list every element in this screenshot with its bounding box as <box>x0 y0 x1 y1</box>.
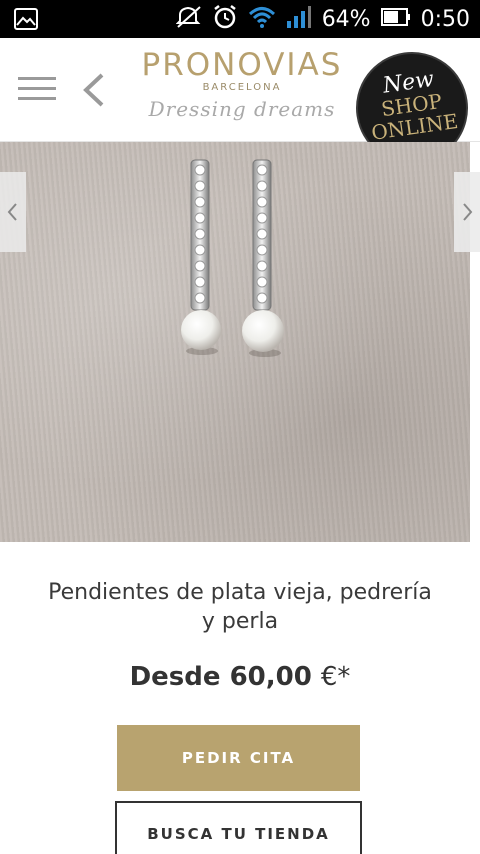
find-store-button[interactable]: BUSCA TU TIENDA <box>115 801 362 854</box>
chevron-right-icon <box>463 203 473 221</box>
status-bar: 64% 0:50 <box>0 0 480 38</box>
chevron-left-icon <box>7 203 17 221</box>
chevron-left-icon <box>83 73 104 107</box>
hamburger-menu-icon[interactable] <box>18 76 56 102</box>
wifi-icon <box>248 5 276 33</box>
gallery-prev-button[interactable] <box>0 172 26 252</box>
right-earring <box>242 159 284 357</box>
brand-name: PRONOVIAS <box>141 47 343 83</box>
clock: 0:50 <box>420 6 470 32</box>
mute-icon <box>175 5 202 33</box>
alarm-icon <box>212 4 238 34</box>
price-suffix: €* <box>320 662 351 692</box>
product-image[interactable] <box>0 142 470 542</box>
product-price: Desde 60,00 €* <box>40 662 440 692</box>
battery-percent: 64% <box>321 6 371 32</box>
signal-icon <box>286 5 312 33</box>
price-value: Desde 60,00 <box>129 662 312 692</box>
battery-icon <box>380 7 411 31</box>
back-button[interactable] <box>80 72 108 108</box>
app-header: PRONOVIAS BARCELONA Dressing dreams New … <box>0 38 480 172</box>
gallery-icon <box>14 8 38 34</box>
brand-tagline: Dressing dreams <box>148 97 336 121</box>
gallery-next-button[interactable] <box>454 172 480 252</box>
earrings-illustration <box>181 159 284 357</box>
product-title: Pendientes de plata vieja, pedrería y pe… <box>48 580 432 634</box>
left-earring <box>181 159 221 355</box>
brand-city: BARCELONA <box>202 82 282 93</box>
request-appointment-button[interactable]: PEDIR CITA <box>117 725 360 791</box>
brand-logo[interactable]: PRONOVIAS BARCELONA Dressing dreams <box>132 48 352 121</box>
